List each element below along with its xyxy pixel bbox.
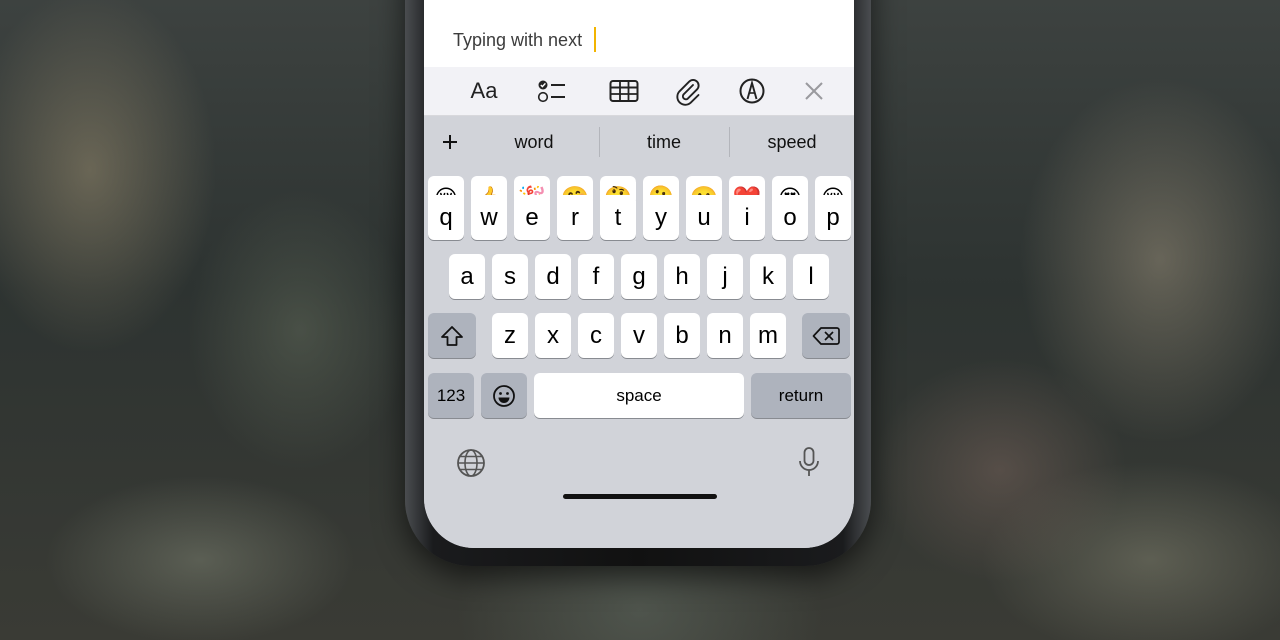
key-u[interactable]: u xyxy=(686,195,722,240)
key-x[interactable]: x xyxy=(535,313,571,358)
key-v[interactable]: v xyxy=(621,313,657,358)
key-l[interactable]: l xyxy=(793,254,829,299)
close-icon xyxy=(805,82,823,100)
prediction-speed[interactable]: speed xyxy=(730,116,854,168)
text-caret xyxy=(594,27,596,52)
key-a[interactable]: a xyxy=(449,254,485,299)
key-w[interactable]: w xyxy=(471,195,507,240)
close-toolbar-button[interactable] xyxy=(796,67,832,115)
key-c[interactable]: c xyxy=(578,313,614,358)
space-key[interactable]: space xyxy=(534,373,744,418)
key-k[interactable]: k xyxy=(750,254,786,299)
key-z[interactable]: z xyxy=(492,313,528,358)
home-indicator[interactable] xyxy=(563,494,717,499)
key-h[interactable]: h xyxy=(664,254,700,299)
shift-key[interactable] xyxy=(428,313,476,358)
key-p[interactable]: p xyxy=(815,195,851,240)
key-s[interactable]: s xyxy=(492,254,528,299)
key-i[interactable]: i xyxy=(729,195,765,240)
prediction-time[interactable]: time xyxy=(600,116,728,168)
phone-screen: Typing with next Aa word time speed q w … xyxy=(424,0,854,548)
attachment-button[interactable] xyxy=(668,67,708,115)
emoji-face-icon xyxy=(493,384,515,407)
checklist-button[interactable] xyxy=(532,67,572,115)
return-key[interactable]: return xyxy=(751,373,851,418)
shift-arrow-icon xyxy=(441,325,463,346)
plus-icon xyxy=(443,135,457,149)
paperclip-icon xyxy=(676,79,700,106)
markup-pen-icon xyxy=(739,78,765,104)
key-q[interactable]: q xyxy=(428,195,464,240)
globe-icon xyxy=(457,449,485,477)
key-g[interactable]: g xyxy=(621,254,657,299)
key-r[interactable]: r xyxy=(557,195,593,240)
checklist-icon xyxy=(537,80,565,103)
plus-button[interactable] xyxy=(434,128,466,156)
table-icon xyxy=(609,80,639,102)
dictation-button[interactable] xyxy=(792,444,826,480)
key-o[interactable]: o xyxy=(772,195,808,240)
table-button[interactable] xyxy=(604,67,644,115)
key-f[interactable]: f xyxy=(578,254,614,299)
markup-button[interactable] xyxy=(732,67,772,115)
prediction-word[interactable]: word xyxy=(470,116,598,168)
globe-button[interactable] xyxy=(454,446,488,480)
microphone-icon xyxy=(799,447,819,476)
key-t[interactable]: t xyxy=(600,195,636,240)
key-b[interactable]: b xyxy=(664,313,700,358)
text-style-icon: Aa xyxy=(470,78,498,103)
key-n[interactable]: n xyxy=(707,313,743,358)
delete-key[interactable] xyxy=(802,313,850,358)
key-e[interactable]: e xyxy=(514,195,550,240)
format-toolbar: Aa xyxy=(424,67,854,116)
key-d[interactable]: d xyxy=(535,254,571,299)
predictive-bar: word time speed xyxy=(424,116,854,168)
text-style-button[interactable]: Aa xyxy=(464,67,504,115)
key-j[interactable]: j xyxy=(707,254,743,299)
emoji-keyboard-key[interactable] xyxy=(481,373,527,418)
note-text[interactable]: Typing with next xyxy=(453,30,582,51)
backspace-icon xyxy=(812,326,840,345)
numbers-key[interactable]: 123 xyxy=(428,373,474,418)
note-editor[interactable]: Typing with next xyxy=(424,0,854,67)
key-m[interactable]: m xyxy=(750,313,786,358)
key-y[interactable]: y xyxy=(643,195,679,240)
keyboard: word time speed 😢 👍 🎉 🤗 🤔 🫠 🤫 ❤️ 😍 😔 q w… xyxy=(424,116,854,548)
